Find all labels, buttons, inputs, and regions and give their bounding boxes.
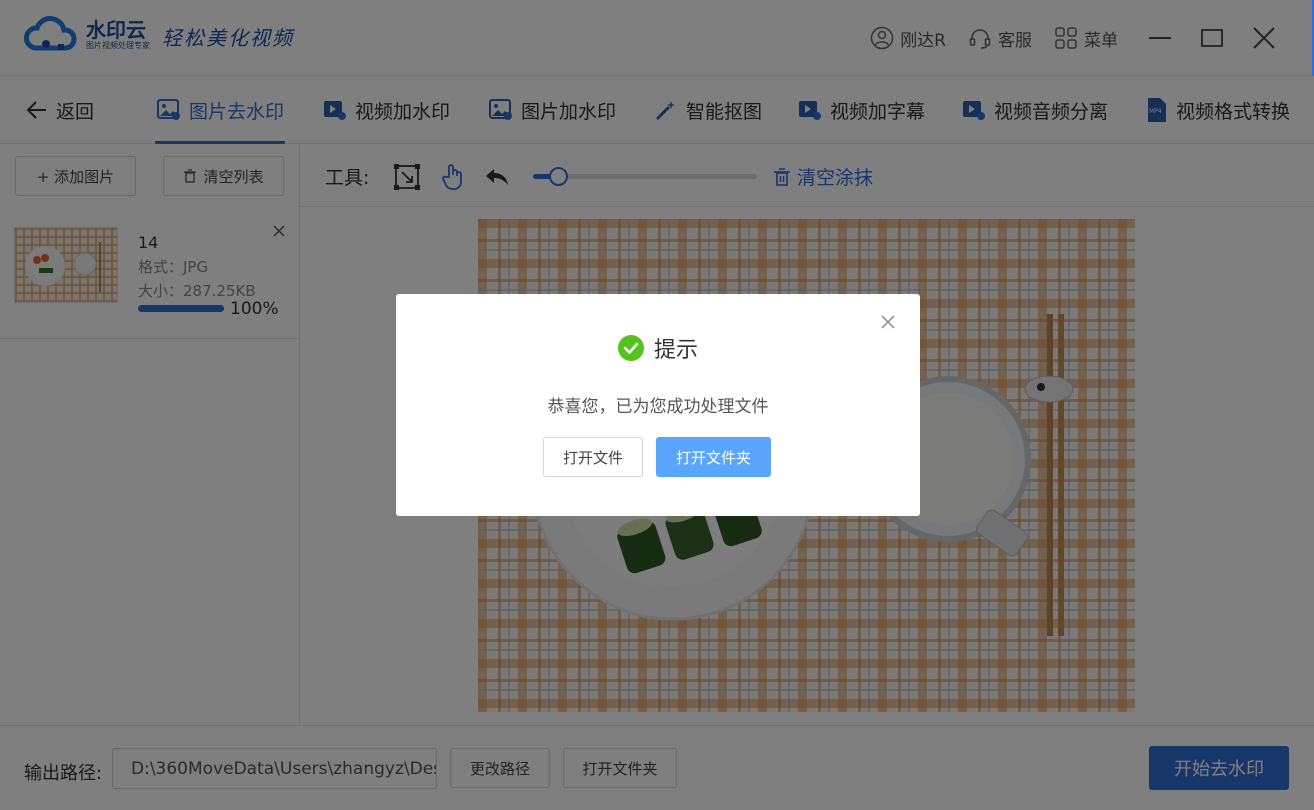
dialog-close-button[interactable] [880, 314, 898, 332]
dialog-message: 恭喜您，已为您成功处理文件 [547, 397, 769, 417]
dialog-open-folder-button[interactable]: 打开文件夹 [656, 437, 771, 477]
close-icon [881, 315, 895, 329]
success-check-icon [617, 335, 644, 361]
open-file-button[interactable]: 打开文件 [543, 437, 643, 477]
success-dialog: 提示 恭喜您，已为您成功处理文件 打开文件 打开文件夹 [396, 294, 920, 516]
dialog-title: 提示 [653, 338, 698, 363]
